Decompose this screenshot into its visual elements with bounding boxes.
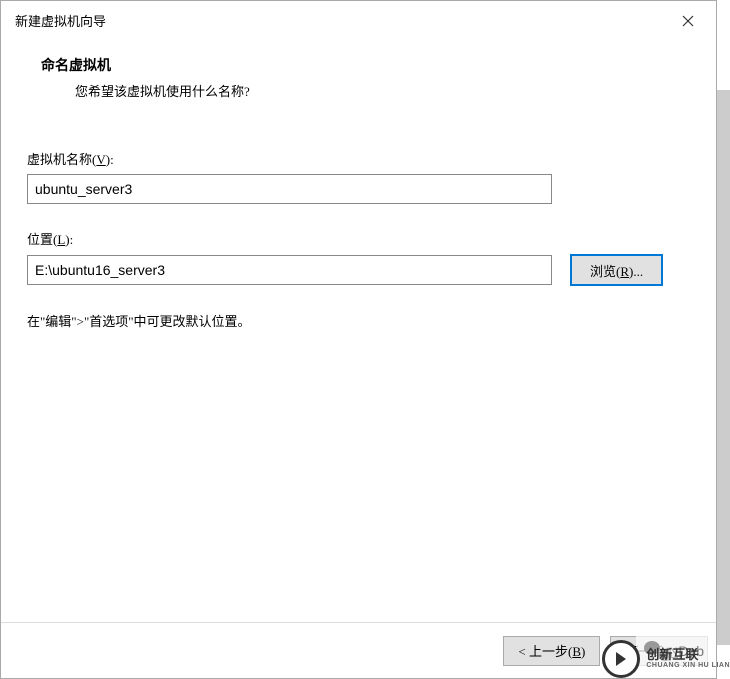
content-area: 虚拟机名称(V): 位置(L): 浏览(R)... 在"编辑">"首选项"中可更… bbox=[1, 119, 716, 622]
brand-text: 创新互联 bbox=[646, 647, 698, 662]
label-text: 位置( bbox=[27, 232, 57, 247]
watermark-logo-icon bbox=[602, 640, 640, 678]
label-key: V bbox=[96, 152, 105, 167]
label-text: ): bbox=[65, 232, 73, 247]
backdrop bbox=[717, 90, 730, 645]
vm-name-group: 虚拟机名称(V): bbox=[27, 149, 690, 204]
hint-text: 在"编辑">"首选项"中可更改默认位置。 bbox=[27, 311, 690, 330]
label-text: 虚拟机名称( bbox=[27, 152, 96, 167]
back-button[interactable]: < 上一步(B) bbox=[503, 636, 600, 666]
button-text: 浏览( bbox=[590, 264, 620, 279]
vm-name-input[interactable] bbox=[27, 174, 552, 204]
window-title: 新建虚拟机向导 bbox=[15, 11, 106, 30]
watermark-brand: 创新互联 CHUANG XIN HU LIAN bbox=[646, 648, 730, 670]
button-text: < 上一步( bbox=[518, 644, 572, 659]
close-button[interactable] bbox=[668, 6, 708, 36]
location-input[interactable] bbox=[27, 255, 552, 285]
browse-button[interactable]: 浏览(R)... bbox=[570, 254, 663, 286]
wizard-header: 命名虚拟机 您希望该虚拟机使用什么名称? bbox=[1, 41, 716, 118]
button-key: B bbox=[572, 644, 581, 659]
location-group: 位置(L): 浏览(R)... bbox=[27, 229, 690, 286]
location-row: 浏览(R)... bbox=[27, 254, 690, 286]
button-text: ) bbox=[581, 644, 585, 659]
location-label: 位置(L): bbox=[27, 229, 690, 248]
wizard-dialog: 新建虚拟机向导 命名虚拟机 您希望该虚拟机使用什么名称? 虚拟机名称(V): 位… bbox=[0, 0, 717, 679]
page-subtitle: 您希望该虚拟机使用什么名称? bbox=[41, 81, 716, 100]
close-icon bbox=[682, 15, 694, 27]
button-key: R bbox=[620, 264, 629, 279]
page-title: 命名虚拟机 bbox=[41, 55, 716, 75]
brand-sub: CHUANG XIN HU LIAN bbox=[646, 662, 730, 670]
titlebar: 新建虚拟机向导 bbox=[1, 1, 716, 41]
watermark: 创新互联 CHUANG XIN HU LIAN bbox=[602, 639, 730, 679]
button-text: )... bbox=[629, 264, 643, 279]
vm-name-label: 虚拟机名称(V): bbox=[27, 149, 690, 168]
label-text: ): bbox=[106, 152, 114, 167]
